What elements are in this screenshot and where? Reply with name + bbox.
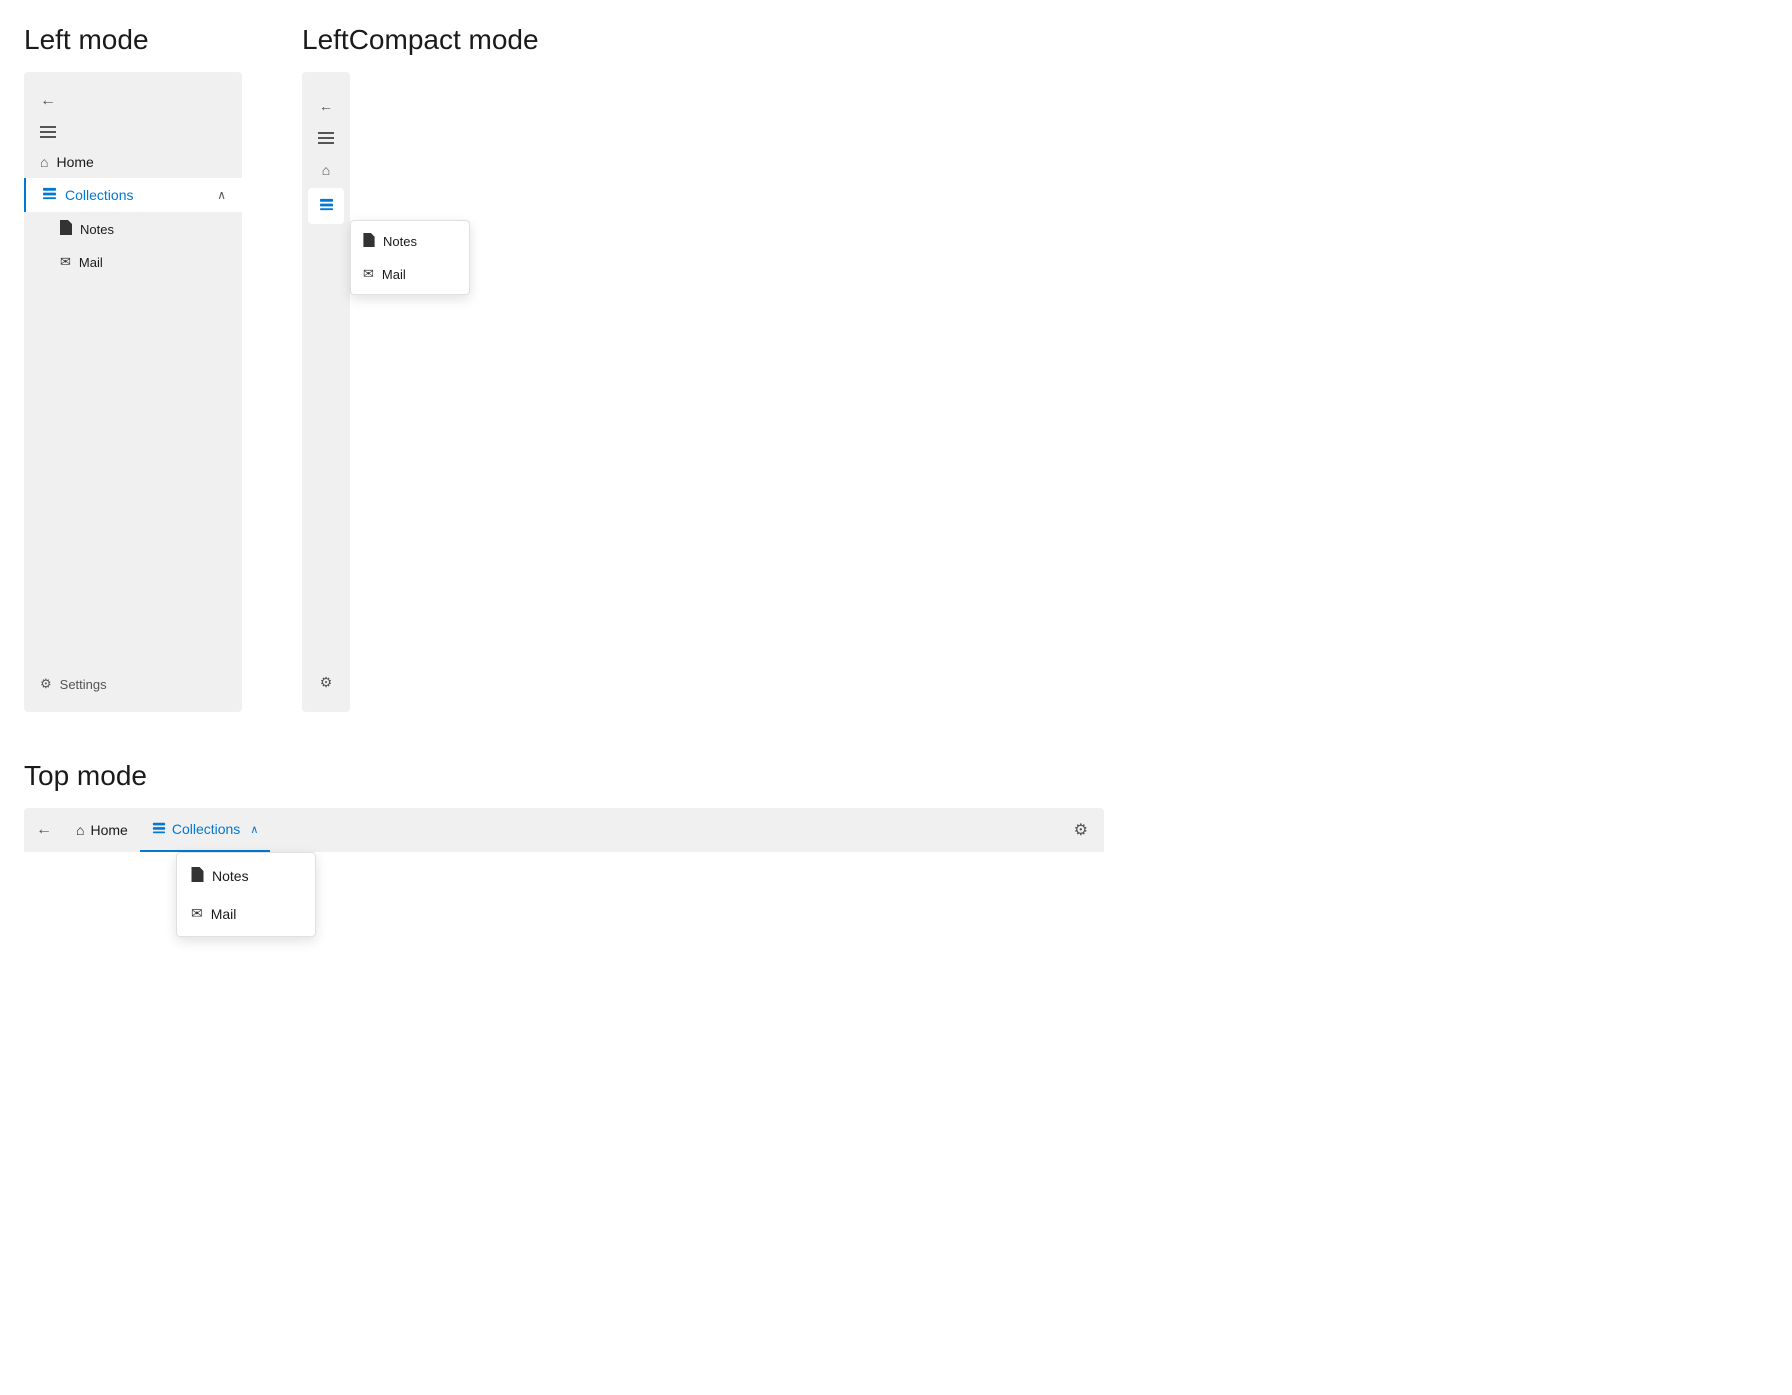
left-nav-collections[interactable]: Collections ∧ bbox=[24, 178, 242, 212]
compact-flyout-notes[interactable]: Notes bbox=[351, 225, 469, 258]
compact-settings-icon: ⚙ bbox=[320, 674, 333, 691]
compact-flyout-mail-label: Mail bbox=[382, 267, 406, 282]
compact-flyout-notes-label: Notes bbox=[383, 234, 417, 249]
compact-home-icon: ⌂ bbox=[322, 162, 330, 178]
top-flyout-notes-label: Notes bbox=[212, 868, 249, 884]
top-settings-button[interactable]: ⚙ bbox=[1070, 816, 1092, 844]
left-nav-notes[interactable]: Notes bbox=[24, 212, 242, 246]
top-back-icon: ← bbox=[36, 821, 52, 839]
back-arrow-icon: ← bbox=[40, 92, 56, 109]
left-mode-nav-panel: ← ⌂ Home bbox=[24, 72, 242, 712]
compact-back-button[interactable]: ← bbox=[308, 88, 344, 124]
left-collections-label: Collections bbox=[65, 187, 217, 203]
top-flyout-notes[interactable]: Notes bbox=[177, 857, 315, 895]
top-mode-section: Top mode ← ⌂ Home Collections bbox=[24, 760, 1768, 852]
settings-icon: ⚙ bbox=[40, 676, 52, 692]
compact-home-button[interactable]: ⌂ bbox=[308, 152, 344, 188]
mail-icon: ✉ bbox=[60, 254, 71, 270]
top-collections-chevron-icon: ∧ bbox=[250, 823, 258, 836]
left-mode-title: Left mode bbox=[24, 24, 242, 56]
left-back-button[interactable]: ← bbox=[36, 88, 60, 114]
compact-hamburger-button[interactable] bbox=[318, 132, 334, 144]
left-settings-label: Settings bbox=[60, 677, 107, 692]
compact-collections-icon bbox=[319, 197, 334, 215]
top-row: Left mode ← ⌂ Home bbox=[24, 24, 1768, 712]
compact-flyout-mail[interactable]: ✉ Mail bbox=[351, 258, 469, 290]
top-mail-icon: ✉ bbox=[191, 905, 203, 922]
compact-notes-icon bbox=[363, 233, 375, 250]
top-flyout-mail[interactable]: ✉ Mail bbox=[177, 895, 315, 932]
left-nav-home[interactable]: ⌂ Home bbox=[24, 146, 242, 178]
top-notes-icon bbox=[191, 867, 204, 885]
compact-back-icon: ← bbox=[319, 98, 333, 114]
collections-chevron-icon: ∧ bbox=[217, 188, 226, 202]
top-flyout-popup: Notes ✉ Mail bbox=[176, 852, 316, 937]
top-collections-label: Collections bbox=[172, 821, 240, 837]
left-notes-label: Notes bbox=[80, 222, 114, 237]
top-settings-icon: ⚙ bbox=[1074, 822, 1088, 839]
left-home-label: Home bbox=[56, 154, 93, 170]
top-nav-collections[interactable]: Collections ∧ bbox=[140, 808, 271, 852]
left-settings-button[interactable]: ⚙ Settings bbox=[24, 668, 242, 700]
top-home-icon: ⌂ bbox=[76, 822, 84, 838]
top-mode-nav-bar: ← ⌂ Home Collections ∧ ⚙ bbox=[24, 808, 1104, 852]
compact-collections-button[interactable] bbox=[308, 188, 344, 224]
left-mode-section: Left mode ← ⌂ Home bbox=[24, 24, 242, 712]
leftcompact-mode-section: LeftCompact mode ← bbox=[302, 24, 539, 712]
top-collections-icon bbox=[152, 821, 166, 838]
top-flyout-mail-label: Mail bbox=[211, 906, 237, 922]
top-nav-home[interactable]: ⌂ Home bbox=[64, 808, 140, 852]
left-nav-mail[interactable]: ✉ Mail bbox=[24, 246, 242, 278]
left-hamburger-button[interactable] bbox=[40, 126, 226, 138]
top-mode-title: Top mode bbox=[24, 760, 1768, 792]
leftcompact-mode-title: LeftCompact mode bbox=[302, 24, 539, 56]
top-home-label: Home bbox=[90, 822, 127, 838]
top-back-button[interactable]: ← bbox=[36, 808, 60, 852]
compact-settings-button[interactable]: ⚙ bbox=[308, 664, 344, 700]
home-icon: ⌂ bbox=[40, 154, 48, 170]
compact-flyout-popup: Notes ✉ Mail bbox=[350, 220, 470, 295]
compact-mail-icon: ✉ bbox=[363, 266, 374, 282]
left-mail-label: Mail bbox=[79, 255, 103, 270]
notes-doc-icon bbox=[60, 220, 72, 238]
collections-icon bbox=[42, 186, 57, 204]
leftcompact-nav-panel: ← ⌂ bbox=[302, 72, 350, 712]
